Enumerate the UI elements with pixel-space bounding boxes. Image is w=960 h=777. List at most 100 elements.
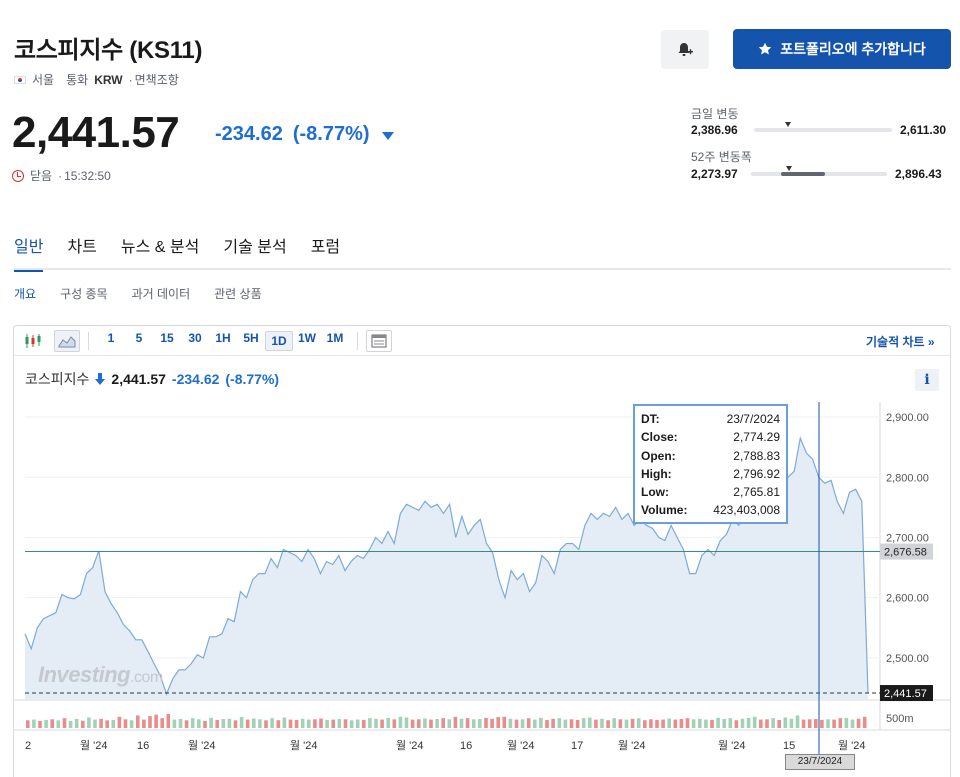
- volume-bar: [752, 716, 757, 728]
- volume-bar: [410, 719, 415, 728]
- tooltip-value: 2,765.81: [733, 485, 780, 500]
- volume-bar: [685, 718, 690, 728]
- x-tick-label: 월 '24: [188, 739, 216, 752]
- volume-bar: [856, 718, 861, 728]
- volume-bar: [807, 719, 812, 728]
- volume-bar: [270, 718, 274, 728]
- volume-bar: [783, 717, 788, 728]
- volume-bar: [850, 719, 855, 728]
- tooltip-key: Close:: [641, 430, 678, 445]
- volume-bar: [759, 719, 763, 728]
- volume-bar: [227, 718, 232, 728]
- volume-bar: [215, 719, 219, 728]
- x-tick-label: 17: [571, 740, 583, 752]
- watermark-suffix: .com: [130, 669, 163, 686]
- volume-bar: [123, 719, 128, 728]
- volume-bar: [698, 718, 702, 728]
- tooltip-value: 2,796.92: [733, 466, 780, 481]
- volume-bar: [551, 718, 555, 728]
- volume-bar: [99, 718, 103, 728]
- volume-bar: [349, 720, 354, 728]
- price-chart[interactable]: 2,900.00 2,800.00 2,700.00 2,600.00 2,500.00…: [0, 0, 960, 777]
- volume-bar: [282, 717, 287, 728]
- volume-bar: [300, 718, 305, 728]
- volume-bar: [636, 718, 641, 728]
- volume-bar: [441, 718, 445, 728]
- x-tick-label: 15: [783, 740, 795, 752]
- volume-bar: [722, 719, 726, 728]
- volume-bar: [771, 718, 775, 728]
- volume-bar: [264, 720, 268, 728]
- volume-bar: [484, 717, 488, 728]
- volume-bar: [56, 720, 61, 728]
- volume-bar: [221, 719, 226, 728]
- volume-bar: [624, 719, 629, 728]
- volume-bar: [276, 720, 281, 728]
- volume-bar: [557, 718, 562, 728]
- x-tick-label: 월 '24: [396, 739, 424, 752]
- volume-bar: [508, 718, 513, 728]
- volume-bar: [74, 718, 79, 728]
- volume-bar: [129, 720, 134, 728]
- volume-bar: [435, 719, 439, 728]
- volume-bar: [87, 717, 91, 728]
- volume-bar: [398, 716, 403, 728]
- volume-bar: [190, 718, 195, 728]
- tooltip-row: Open: 2,788.83: [641, 447, 780, 465]
- volume-bar: [368, 718, 372, 728]
- volume-bar: [740, 718, 745, 728]
- tooltip-value: 423,403,008: [713, 503, 780, 518]
- x-tick-label: 2: [25, 740, 31, 752]
- chart-tooltip: DT: 23/7/2024 Close: 2,774.29 Open: 2,788.83 H…: [633, 404, 788, 524]
- volume-bar: [795, 715, 800, 728]
- crosshair-date-tag: 23/7/2024: [785, 754, 855, 770]
- volume-bar: [594, 719, 598, 728]
- volume-bar: [392, 719, 397, 728]
- volume-bar: [643, 720, 647, 728]
- y-tick-label: 2,600.00: [886, 593, 929, 605]
- volume-bar: [710, 719, 714, 728]
- volume-bar: [252, 718, 256, 728]
- volume-bar: [233, 720, 238, 728]
- volume-bar: [514, 719, 519, 728]
- volume-bar: [673, 719, 678, 728]
- volume-bar: [172, 719, 177, 728]
- volume-bar: [520, 719, 525, 728]
- volume-bar: [661, 719, 665, 728]
- volume-bar: [26, 720, 30, 728]
- volume-bar: [313, 719, 317, 728]
- volume-bar: [423, 718, 427, 728]
- tooltip-row: High: 2,796.92: [641, 465, 780, 483]
- investing-watermark: Investing.com: [38, 662, 163, 688]
- volume-bar: [630, 718, 635, 728]
- volume-bar: [142, 719, 146, 728]
- volume-bar: [826, 719, 830, 728]
- volume-bar: [490, 718, 494, 728]
- volume-bar: [374, 718, 378, 728]
- tooltip-row: DT: 23/7/2024: [641, 410, 780, 428]
- x-tick-label: 월 '24: [290, 739, 318, 752]
- volume-bar: [832, 719, 836, 728]
- y-tick-label: 2,500.00: [886, 653, 929, 665]
- volume-bar: [526, 718, 531, 728]
- tooltip-key: Open:: [641, 448, 676, 463]
- volume-bar: [38, 721, 42, 728]
- volume-bar: [325, 719, 329, 728]
- volume-tick-label: 500m: [886, 713, 914, 725]
- volume-bar: [801, 719, 806, 728]
- volume-bar: [716, 717, 720, 728]
- volume-bar: [814, 719, 818, 728]
- x-tick-label: 16: [137, 740, 149, 752]
- volume-bar: [844, 717, 849, 728]
- x-tick-label: 월 '24: [507, 739, 535, 752]
- volume-bar: [111, 719, 116, 728]
- volume-bar: [154, 714, 158, 728]
- y-tick-label: 2,700.00: [886, 532, 929, 544]
- y-tick-label: 2,800.00: [886, 472, 929, 484]
- tooltip-key: High:: [641, 466, 672, 481]
- volume-bar: [355, 719, 360, 728]
- volume-bar: [471, 719, 476, 728]
- tooltip-key: Low:: [641, 485, 669, 500]
- volume-bar: [478, 719, 482, 728]
- volume-bar: [258, 719, 262, 728]
